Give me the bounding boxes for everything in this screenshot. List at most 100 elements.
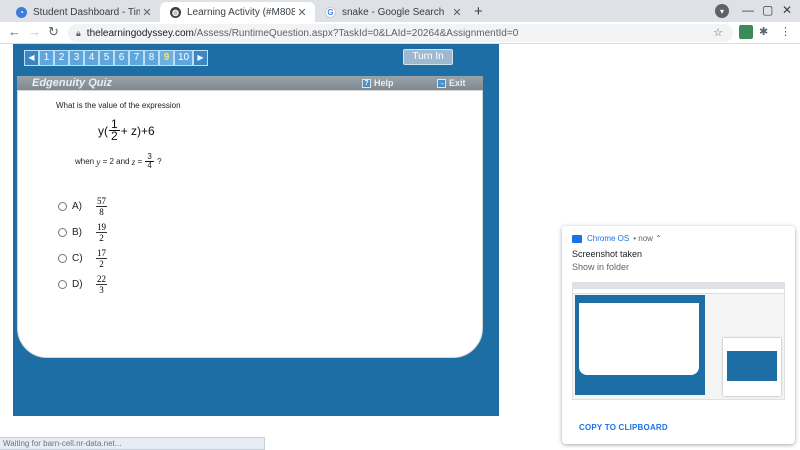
prev-question-arrow-icon[interactable]: ◀	[24, 50, 39, 66]
bookmark-star-icon[interactable]: ☆	[713, 26, 723, 39]
thumb-url	[573, 289, 784, 294]
condition-var-z: z	[131, 156, 136, 167]
question-tab-9-current[interactable]: 9	[159, 50, 174, 66]
fraction-denominator: 3	[99, 285, 104, 295]
notification-source: Chrome OS	[587, 234, 630, 243]
url-path: /Assess/RuntimeQuestion.aspx?TaskId=0&LA…	[193, 27, 519, 39]
option-label: B)	[72, 227, 82, 238]
question-tab-4[interactable]: 4	[84, 50, 99, 66]
question-card: What is the value of the expression y( 1…	[17, 90, 483, 358]
fraction-denominator: 8	[99, 207, 104, 217]
question-tab-7[interactable]: 7	[129, 50, 144, 66]
time4learning-favicon-icon: ◔	[16, 6, 27, 18]
exit-label: Exit	[449, 78, 466, 88]
close-tab-icon[interactable]: ✕	[140, 6, 154, 19]
option-label: C)	[72, 253, 83, 264]
answer-option-c[interactable]: C) 17 2	[58, 248, 107, 269]
question-tab-5[interactable]: 5	[99, 50, 114, 66]
thumb-quiz-card	[579, 303, 699, 375]
back-arrow-icon[interactable]: ←	[8, 24, 21, 39]
folder-icon	[572, 234, 582, 243]
quiz-brand-title: Edgenuity Quiz	[32, 77, 113, 89]
screenshot-notification[interactable]: Chrome OS • now ⌃ Screenshot taken Show …	[562, 226, 795, 444]
condition-y-value: = 2 and	[102, 157, 130, 166]
close-tab-icon[interactable]: ✕	[295, 6, 309, 19]
condition-question-mark: ?	[157, 157, 162, 166]
question-tab-6[interactable]: 6	[114, 50, 129, 66]
answer-option-d[interactable]: D) 22 3	[58, 274, 107, 295]
status-bar: Waiting for barn-cell.nr-data.net...	[0, 437, 265, 450]
tab-student-dashboard[interactable]: ◔ Student Dashboard - Time4Learn ✕	[6, 2, 160, 22]
notification-time[interactable]: • now ⌃	[633, 234, 662, 243]
radio-button[interactable]	[58, 228, 67, 237]
expression-fraction: 1 2	[109, 118, 120, 142]
question-tab-8[interactable]: 8	[144, 50, 159, 66]
help-label: Help	[374, 78, 394, 88]
exit-icon: →	[437, 78, 446, 88]
option-fraction: 19 2	[96, 222, 107, 243]
extension-image-icon[interactable]	[739, 25, 753, 39]
exit-button[interactable]: → Exit	[437, 77, 466, 89]
tab-title: Student Dashboard - Time4Learn	[33, 6, 140, 18]
question-condition: when y = 2 and z = 3 4 ?	[75, 153, 162, 170]
help-button[interactable]: ? Help	[362, 77, 394, 89]
answer-option-a[interactable]: A) 57 8	[58, 196, 107, 217]
answer-option-b[interactable]: B) 19 2	[58, 222, 107, 243]
quiz-frame: ◀ 1 2 3 4 5 6 7 8 9 10 ▶ Turn In Edgenui…	[13, 44, 499, 416]
screenshot-thumbnail[interactable]	[572, 282, 785, 400]
tab-strip: ◔ Student Dashboard - Time4Learn ✕ ◍ Lea…	[0, 0, 800, 22]
condition-equals: =	[137, 157, 143, 166]
option-label: A)	[72, 201, 82, 212]
help-icon: ?	[362, 78, 371, 88]
menu-kebab-icon[interactable]: ⋮	[780, 25, 794, 39]
fraction-numerator: 19	[96, 222, 107, 233]
condition-var-y: y	[96, 156, 101, 167]
browser-toolbar: ← → ↻ 🔒︎ thelearningodyssey.com /Assess/…	[0, 22, 800, 44]
extensions-puzzle-icon[interactable]: ✱	[759, 25, 773, 39]
condition-when: when	[75, 157, 95, 166]
radio-button[interactable]	[58, 280, 67, 289]
reload-icon[interactable]: ↻	[48, 24, 59, 40]
option-fraction: 17 2	[96, 248, 107, 269]
browser-window: ◔ Student Dashboard - Time4Learn ✕ ◍ Lea…	[0, 0, 800, 450]
turn-in-button[interactable]: Turn In	[403, 49, 453, 65]
tab-title: Learning Activity (#M8083) MAI	[187, 6, 295, 18]
condition-fraction: 3 4	[145, 153, 154, 170]
question-prompt: What is the value of the expression	[56, 101, 181, 110]
copy-to-clipboard-button[interactable]: COPY TO CLIPBOARD	[579, 423, 668, 432]
fraction-denominator: 2	[99, 233, 104, 243]
fraction-numerator: 17	[96, 248, 107, 259]
question-tab-1[interactable]: 1	[39, 50, 54, 66]
expression-suffix: + z)+6	[120, 123, 155, 138]
tab-snake-search[interactable]: G snake - Google Search ✕	[315, 2, 470, 22]
radio-button[interactable]	[58, 254, 67, 263]
close-tab-icon[interactable]: ✕	[450, 6, 464, 19]
show-in-folder-link[interactable]: Show in folder	[572, 262, 629, 272]
expression-prefix: y(	[98, 123, 108, 138]
fraction-denominator: 2	[99, 259, 104, 269]
option-fraction: 57 8	[96, 196, 107, 217]
new-tab-plus-icon[interactable]: +	[474, 3, 483, 20]
minimize-icon[interactable]: —	[742, 3, 754, 17]
question-tab-10[interactable]: 10	[174, 50, 193, 66]
forward-arrow-icon[interactable]: →	[28, 24, 41, 39]
address-bar[interactable]: 🔒︎ thelearningodyssey.com /Assess/Runtim…	[68, 24, 733, 42]
tab-search-chevron-icon[interactable]: ▾	[715, 4, 729, 18]
radio-button[interactable]	[58, 202, 67, 211]
fraction-numerator: 57	[96, 196, 107, 207]
maximize-icon[interactable]: ▢	[762, 3, 773, 17]
quiz-title-bar: Edgenuity Quiz ? Help → Exit	[17, 76, 483, 90]
fraction-numerator: 22	[96, 274, 107, 285]
close-window-icon[interactable]: ✕	[782, 3, 792, 17]
url-host: thelearningodyssey.com	[86, 27, 194, 39]
tab-learning-activity[interactable]: ◍ Learning Activity (#M8083) MAI ✕	[160, 2, 315, 22]
next-question-arrow-icon[interactable]: ▶	[193, 50, 208, 66]
globe-favicon-icon: ◍	[170, 6, 181, 18]
question-tab-3[interactable]: 3	[69, 50, 84, 66]
tab-title: snake - Google Search	[342, 6, 445, 18]
thumb-mini-frame	[727, 351, 777, 381]
option-label: D)	[72, 279, 83, 290]
notification-header: Chrome OS • now ⌃	[572, 234, 662, 243]
option-fraction: 22 3	[96, 274, 107, 295]
question-tab-2[interactable]: 2	[54, 50, 69, 66]
